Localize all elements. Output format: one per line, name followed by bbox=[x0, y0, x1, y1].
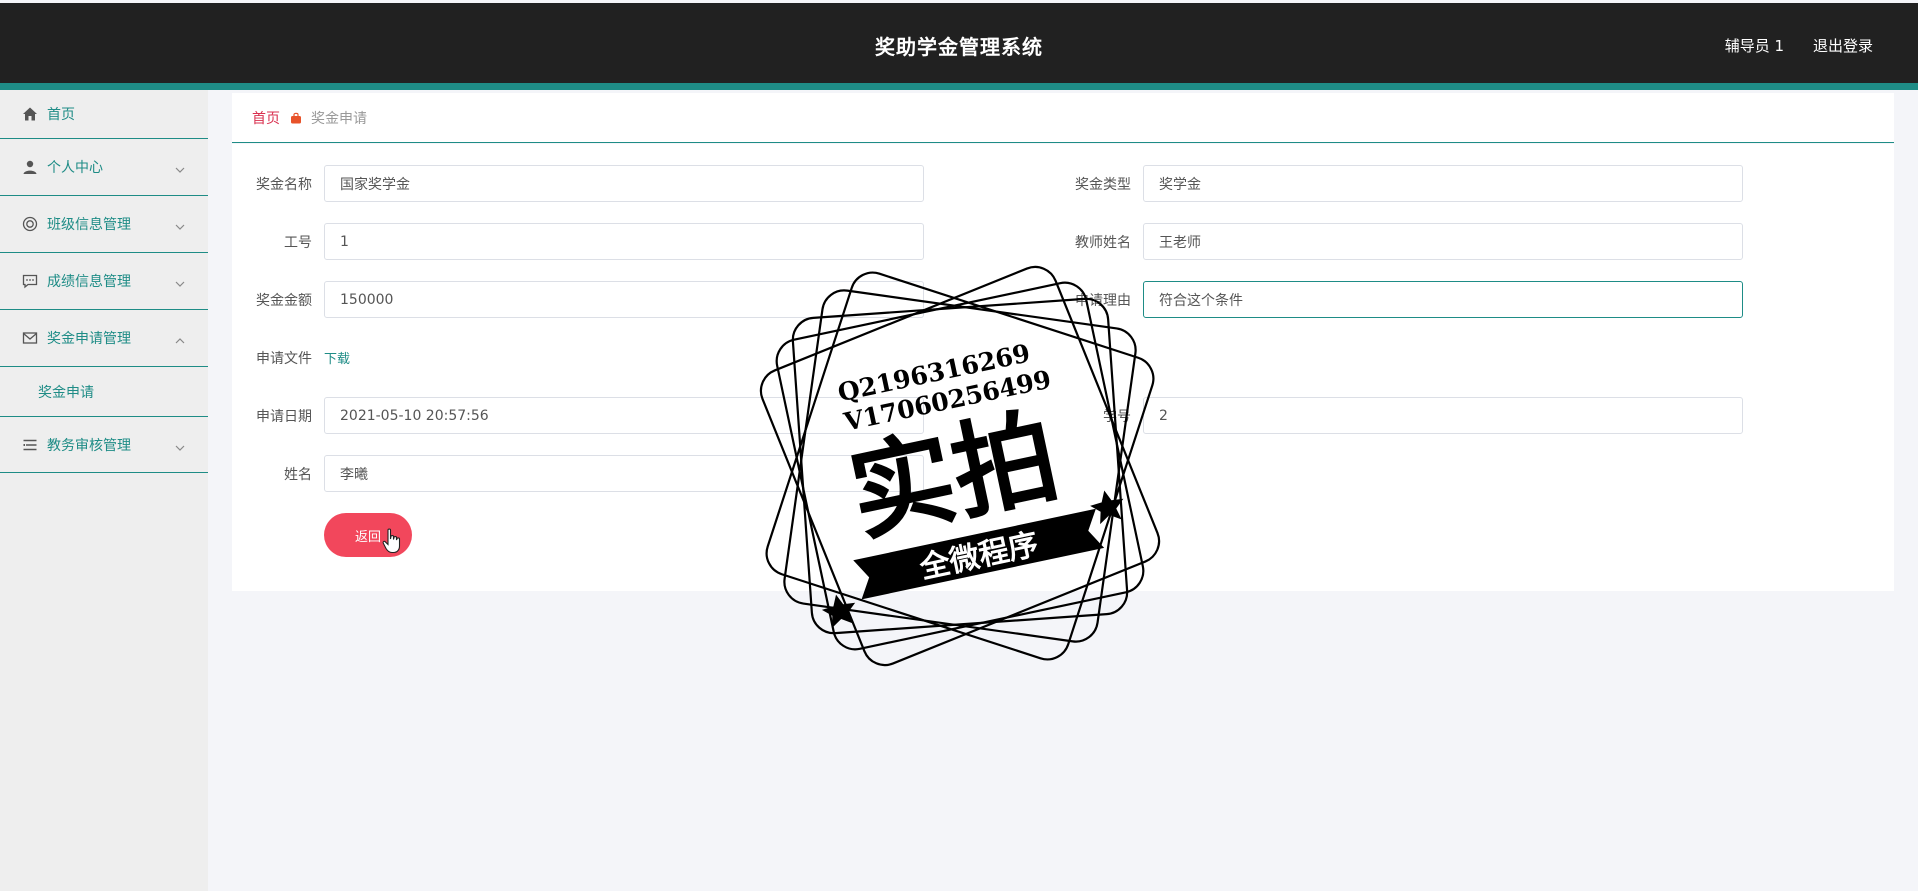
field-label: 奖金名称 bbox=[256, 176, 312, 193]
chevron-down-icon bbox=[174, 161, 186, 173]
hand-cursor-icon bbox=[382, 528, 402, 554]
field-award-name: 奖金名称 bbox=[244, 165, 924, 202]
breadcrumb-home-link[interactable]: 首页 bbox=[252, 108, 280, 128]
mail-icon bbox=[22, 330, 38, 346]
field-application-file: 申请文件 下载 bbox=[244, 339, 350, 376]
current-user: 辅导员 1 bbox=[1724, 37, 1784, 55]
sidebar-item-label: 班级信息管理 bbox=[47, 217, 131, 233]
sidebar-item-personal-center[interactable]: 个人中心 bbox=[0, 139, 208, 196]
sidebar-item-grade-info[interactable]: 成绩信息管理 bbox=[0, 253, 208, 310]
teacher-name-input[interactable] bbox=[1143, 223, 1743, 260]
sidebar: 首页 个人中心 班级信息管理 成绩信息管理 奖金申请管理 奖金申请 教务审核管理 bbox=[0, 90, 208, 891]
chat-icon bbox=[22, 273, 38, 289]
user-icon bbox=[22, 159, 38, 175]
award-type-input[interactable] bbox=[1143, 165, 1743, 202]
list-icon bbox=[22, 437, 38, 453]
sidebar-item-label: 教务审核管理 bbox=[47, 437, 131, 454]
target-icon bbox=[22, 216, 38, 232]
sidebar-item-label: 个人中心 bbox=[47, 160, 103, 176]
sidebar-item-home[interactable]: 首页 bbox=[0, 90, 208, 139]
watermark-stamp: Q2196316269 V17060256499 实拍 全微程序 bbox=[740, 250, 1180, 680]
field-label: 姓名 bbox=[284, 466, 312, 483]
sidebar-item-award-application[interactable]: 奖金申请管理 bbox=[0, 310, 208, 367]
chevron-up-icon bbox=[174, 332, 186, 344]
field-award-type: 奖金类型 bbox=[1063, 165, 1743, 202]
field-label: 教师姓名 bbox=[1075, 234, 1131, 251]
field-label: 奖金类型 bbox=[1075, 176, 1131, 193]
sidebar-item-class-info[interactable]: 班级信息管理 bbox=[0, 196, 208, 253]
award-name-input[interactable] bbox=[324, 165, 924, 202]
chevron-down-icon bbox=[174, 439, 186, 451]
breadcrumb: 首页 奖金申请 bbox=[232, 93, 1894, 143]
reason-input[interactable] bbox=[1143, 281, 1743, 318]
sidebar-item-label: 首页 bbox=[47, 107, 75, 123]
home-icon bbox=[22, 106, 38, 122]
sidebar-item-academic-review[interactable]: 教务审核管理 bbox=[0, 416, 208, 473]
sidebar-item-label: 成绩信息管理 bbox=[47, 274, 131, 290]
field-label: 工号 bbox=[284, 234, 312, 251]
field-label: 奖金金额 bbox=[256, 292, 312, 309]
sidebar-item-label: 奖金申请管理 bbox=[47, 331, 131, 347]
sidebar-subitem-award-apply[interactable]: 奖金申请 bbox=[0, 367, 208, 416]
download-link[interactable]: 下载 bbox=[324, 348, 350, 367]
breadcrumb-current: 奖金申请 bbox=[311, 110, 367, 127]
header-accent-bar bbox=[0, 83, 1918, 90]
logout-button[interactable]: 退出登录 bbox=[1813, 35, 1873, 56]
top-header: 奖助学金管理系统 辅导员 1 退出登录 bbox=[0, 3, 1918, 83]
student-no-input[interactable] bbox=[1143, 397, 1743, 434]
bag-icon bbox=[290, 112, 302, 124]
field-label: 申请文件 bbox=[256, 350, 312, 367]
field-label: 申请日期 bbox=[256, 408, 312, 425]
app-title: 奖助学金管理系统 bbox=[875, 35, 1043, 59]
chevron-down-icon bbox=[174, 218, 186, 230]
chevron-down-icon bbox=[174, 275, 186, 287]
